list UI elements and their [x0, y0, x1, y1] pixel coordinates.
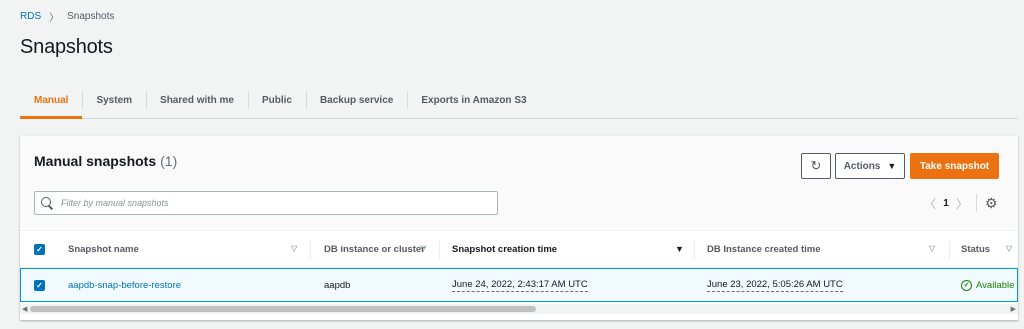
col-header-snapshot-name[interactable]: Snapshot name: [68, 231, 139, 267]
col-header-status[interactable]: Status: [961, 231, 990, 267]
actions-label: Actions: [843, 160, 881, 172]
page-number[interactable]: 1: [938, 198, 954, 209]
snapshots-table: ✓ Snapshot name ▽ DB instance or cluster…: [20, 230, 1018, 302]
tab-manual[interactable]: Manual: [20, 82, 83, 119]
status-badge: ✓ Available: [961, 279, 1015, 291]
column-divider[interactable]: [310, 241, 311, 259]
row-select-cell: ✓: [34, 269, 45, 301]
snapshot-creation-time: June 24, 2022, 2:43:17 AM UTC: [452, 278, 588, 292]
column-divider[interactable]: [949, 241, 950, 259]
status-text: Available: [976, 279, 1015, 291]
pager-divider: [976, 194, 977, 212]
next-page-icon[interactable]: 〉: [954, 195, 970, 212]
status-cell: ✓ Available: [961, 269, 1014, 301]
breadcrumb: RDS 〉 Snapshots: [20, 9, 114, 24]
tab-public[interactable]: Public: [247, 82, 306, 118]
refresh-icon: ↻: [810, 158, 822, 173]
table-header-row: ✓ Snapshot name ▽ DB instance or cluster…: [20, 230, 1018, 268]
gear-icon[interactable]: ⚙: [985, 195, 998, 212]
snapshot-name-link[interactable]: aapdb-snap-before-restore: [68, 280, 181, 291]
breadcrumb-separator-icon: 〉: [49, 13, 60, 24]
col-header-db-instance[interactable]: DB instance or cluster: [324, 231, 425, 267]
col-header-db-instance-created-time[interactable]: DB Instance created time: [707, 231, 821, 267]
pagination: 〈 1 〉 ⚙: [922, 194, 998, 212]
tab-exports-s3[interactable]: Exports in Amazon S3: [407, 82, 540, 118]
horizontal-scrollbar[interactable]: ◀ ▶: [20, 304, 1018, 314]
col-header-snapshot-creation-time[interactable]: Snapshot creation time: [452, 231, 557, 267]
snapshot-count: (1): [160, 153, 178, 169]
page-title: Snapshots: [20, 36, 113, 58]
search-input[interactable]: [61, 198, 481, 208]
db-instance-cell: aapdb: [324, 279, 351, 291]
db-instance-created-time-cell: June 23, 2022, 5:05:26 AM UTC: [707, 269, 843, 301]
sort-icon[interactable]: ▽: [420, 244, 426, 253]
scroll-left-icon[interactable]: ◀: [22, 305, 27, 313]
table-row[interactable]: ✓ aapdb-snap-before-restore aapdb June 2…: [20, 268, 1018, 302]
sort-descending-icon[interactable]: ▼: [675, 244, 684, 254]
breadcrumb-rds-link[interactable]: RDS: [20, 11, 41, 22]
actions-dropdown-button[interactable]: Actions ▼: [835, 153, 905, 179]
snapshot-name-cell: aapdb-snap-before-restore: [68, 269, 181, 301]
sort-icon[interactable]: ▽: [291, 244, 297, 253]
db-instance-created-time: June 23, 2022, 5:05:26 AM UTC: [707, 278, 843, 292]
tab-backup-service[interactable]: Backup service: [305, 82, 407, 118]
tab-bar: Manual System Shared with me Public Back…: [20, 82, 1018, 119]
snapshot-creation-time-cell: June 24, 2022, 2:43:17 AM UTC: [452, 269, 588, 301]
tab-shared-with-me[interactable]: Shared with me: [146, 82, 248, 118]
panel-title-text: Manual snapshots: [34, 153, 157, 169]
panel-title: Manual snapshots (1): [34, 153, 177, 169]
sort-icon[interactable]: ▽: [1006, 244, 1012, 253]
check-circle-icon: ✓: [961, 279, 972, 291]
prev-page-icon[interactable]: 〈: [922, 195, 938, 212]
search-icon: [41, 197, 53, 209]
manual-snapshots-panel: Manual snapshots (1) ↻ Actions ▼ Take snap…: [20, 136, 1018, 320]
breadcrumb-current: Snapshots: [67, 11, 115, 22]
scroll-thumb[interactable]: [30, 306, 536, 312]
scroll-right-icon[interactable]: ▶: [1011, 305, 1016, 313]
row-checkbox[interactable]: ✓: [34, 279, 45, 291]
tab-system[interactable]: System: [82, 82, 146, 118]
refresh-button[interactable]: ↻: [801, 153, 831, 179]
panel-header: Manual snapshots (1) ↻ Actions ▼ Take snap…: [20, 136, 1018, 228]
take-snapshot-button[interactable]: Take snapshot: [910, 153, 999, 179]
column-divider[interactable]: [439, 241, 440, 259]
caret-down-icon: ▼: [887, 161, 897, 171]
column-divider[interactable]: [694, 241, 695, 259]
header-select-cell: ✓: [34, 231, 45, 267]
search-box: [34, 191, 498, 215]
sort-icon[interactable]: ▽: [929, 244, 935, 253]
select-all-checkbox[interactable]: ✓: [34, 243, 45, 255]
